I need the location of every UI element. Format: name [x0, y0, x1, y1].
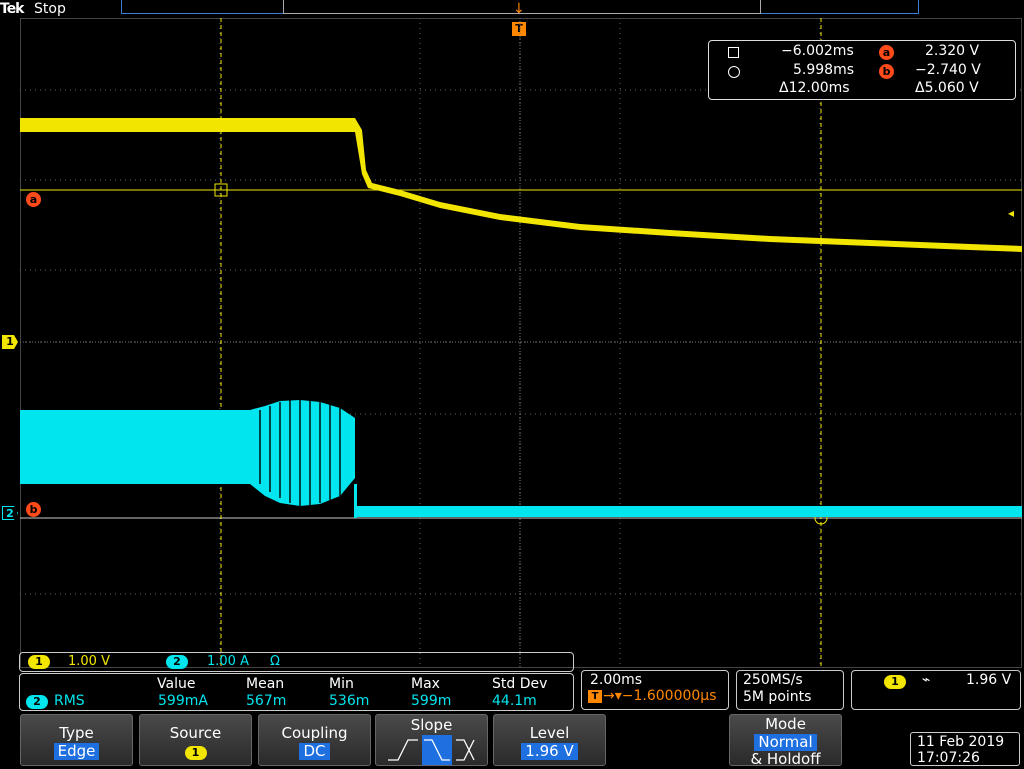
channel-1-scale[interactable]: 1.00 V [68, 654, 110, 669]
meas-header-max: Max [411, 676, 440, 692]
channel-1-waveform [20, 118, 1022, 252]
coupling-value: DC [299, 743, 330, 760]
channel-2-ground-marker[interactable]: 2 [2, 506, 18, 520]
meas-max: 599m [411, 693, 452, 709]
horizontal-panel[interactable]: 2.00ms T →▾−1.600000µs [581, 670, 729, 710]
cursor-a-marker[interactable]: a [26, 192, 41, 207]
delta-time: Δ12.00ms [779, 80, 850, 96]
meas-value: 599mA [158, 693, 208, 709]
graticule-frame [20, 18, 1022, 668]
meas-header-mean: Mean [246, 676, 285, 692]
channel-1-badge[interactable]: 1 [28, 655, 50, 669]
meas-std: 44.1m [492, 693, 537, 709]
source-value: 1 [184, 746, 207, 760]
mode-value: Normal [754, 734, 817, 751]
level-value: 1.96 V [521, 743, 578, 760]
trigger-level-marker-icon[interactable]: ◂ [1008, 206, 1014, 220]
square-cursor-icon [728, 47, 739, 58]
coupling-button[interactable]: Coupling DC [258, 714, 371, 766]
meas-name: RMS [54, 693, 85, 709]
waveform-display[interactable] [20, 18, 1022, 668]
trigger-level-value: 1.96 V [966, 672, 1012, 688]
cursor-readout: −6.002ms a 2.320 V 5.998ms b −2.740 V Δ1… [708, 40, 1016, 100]
cursor-a-badge: a [879, 45, 894, 60]
cursor-2-time: 5.998ms [793, 62, 855, 78]
slope-label: Slope [410, 716, 453, 734]
acquisition-panel[interactable]: 250MS/s 5M points [736, 670, 844, 710]
meas-header-value: Value [157, 676, 196, 692]
cursor-1-time: −6.002ms [781, 43, 854, 59]
cursor-b-value: −2.740 V [915, 62, 981, 78]
cursor-b-badge: b [879, 64, 894, 79]
cursor-b-marker[interactable]: b [26, 502, 41, 517]
record-length: 5M points [743, 689, 812, 705]
trigger-position: →▾−1.600000µs [603, 688, 717, 704]
brand-logo: Tek [0, 1, 24, 17]
coupling-label: Coupling [281, 724, 348, 742]
source-button[interactable]: Source 1 [139, 714, 252, 766]
type-button[interactable]: Type Edge [20, 714, 133, 766]
acquisition-status: Stop [34, 1, 66, 17]
circle-cursor-icon [728, 66, 740, 78]
trigger-position-icon: T [588, 690, 602, 703]
channel-scale-bar: 1 1.00 V 2 1.00 A Ω [19, 652, 574, 672]
graticule-grid [20, 18, 1022, 668]
channel-1-ground-marker[interactable]: 1 [2, 335, 18, 349]
meas-min: 536m [329, 693, 370, 709]
trigger-source-badge: 1 [884, 675, 906, 689]
level-label: Level [529, 724, 570, 742]
meas-mean: 567m [246, 693, 287, 709]
mode-label: Mode [765, 715, 806, 733]
time: 17:07:26 [917, 750, 980, 766]
slope-falling-icon[interactable] [421, 735, 452, 765]
channel-2-waveform [20, 400, 1022, 518]
type-label: Type [59, 724, 94, 742]
delta-value: Δ5.060 V [915, 80, 979, 96]
type-value: Edge [53, 743, 100, 760]
source-label: Source [169, 724, 222, 742]
trigger-position-arrow-icon: ↓ [513, 1, 525, 17]
level-button[interactable]: Level 1.96 V [493, 714, 606, 766]
measurement-readout[interactable]: Value Mean Min Max Std Dev 2 RMS 599mA 5… [19, 673, 574, 711]
channel-2-badge[interactable]: 2 [166, 655, 188, 669]
slope-button[interactable]: Slope [375, 714, 488, 766]
meas-header-min: Min [329, 676, 354, 692]
meas-header-std: Std Dev [492, 676, 548, 692]
sample-rate: 250MS/s [743, 672, 803, 688]
mode-holdoff-button[interactable]: Mode Normal & Holdoff [729, 714, 842, 768]
cursor-a-value: 2.320 V [925, 43, 980, 59]
channel-2-scale[interactable]: 1.00 A [207, 654, 249, 669]
meas-source-badge: 2 [26, 695, 48, 709]
slope-rising-icon[interactable] [387, 739, 418, 761]
slope-either-icon[interactable] [455, 739, 475, 761]
trigger-panel[interactable]: 1 ⌁ 1.96 V [851, 670, 1021, 710]
channel-2-termination-icon: Ω [270, 654, 280, 669]
holdoff-label: & Holdoff [750, 750, 821, 768]
horizontal-scale: 2.00ms [590, 672, 643, 688]
date-time-display: 11 Feb 2019 17:07:26 [910, 732, 1020, 766]
date: 11 Feb 2019 [917, 734, 1005, 750]
trigger-slope-icon: ⌁ [922, 672, 931, 688]
